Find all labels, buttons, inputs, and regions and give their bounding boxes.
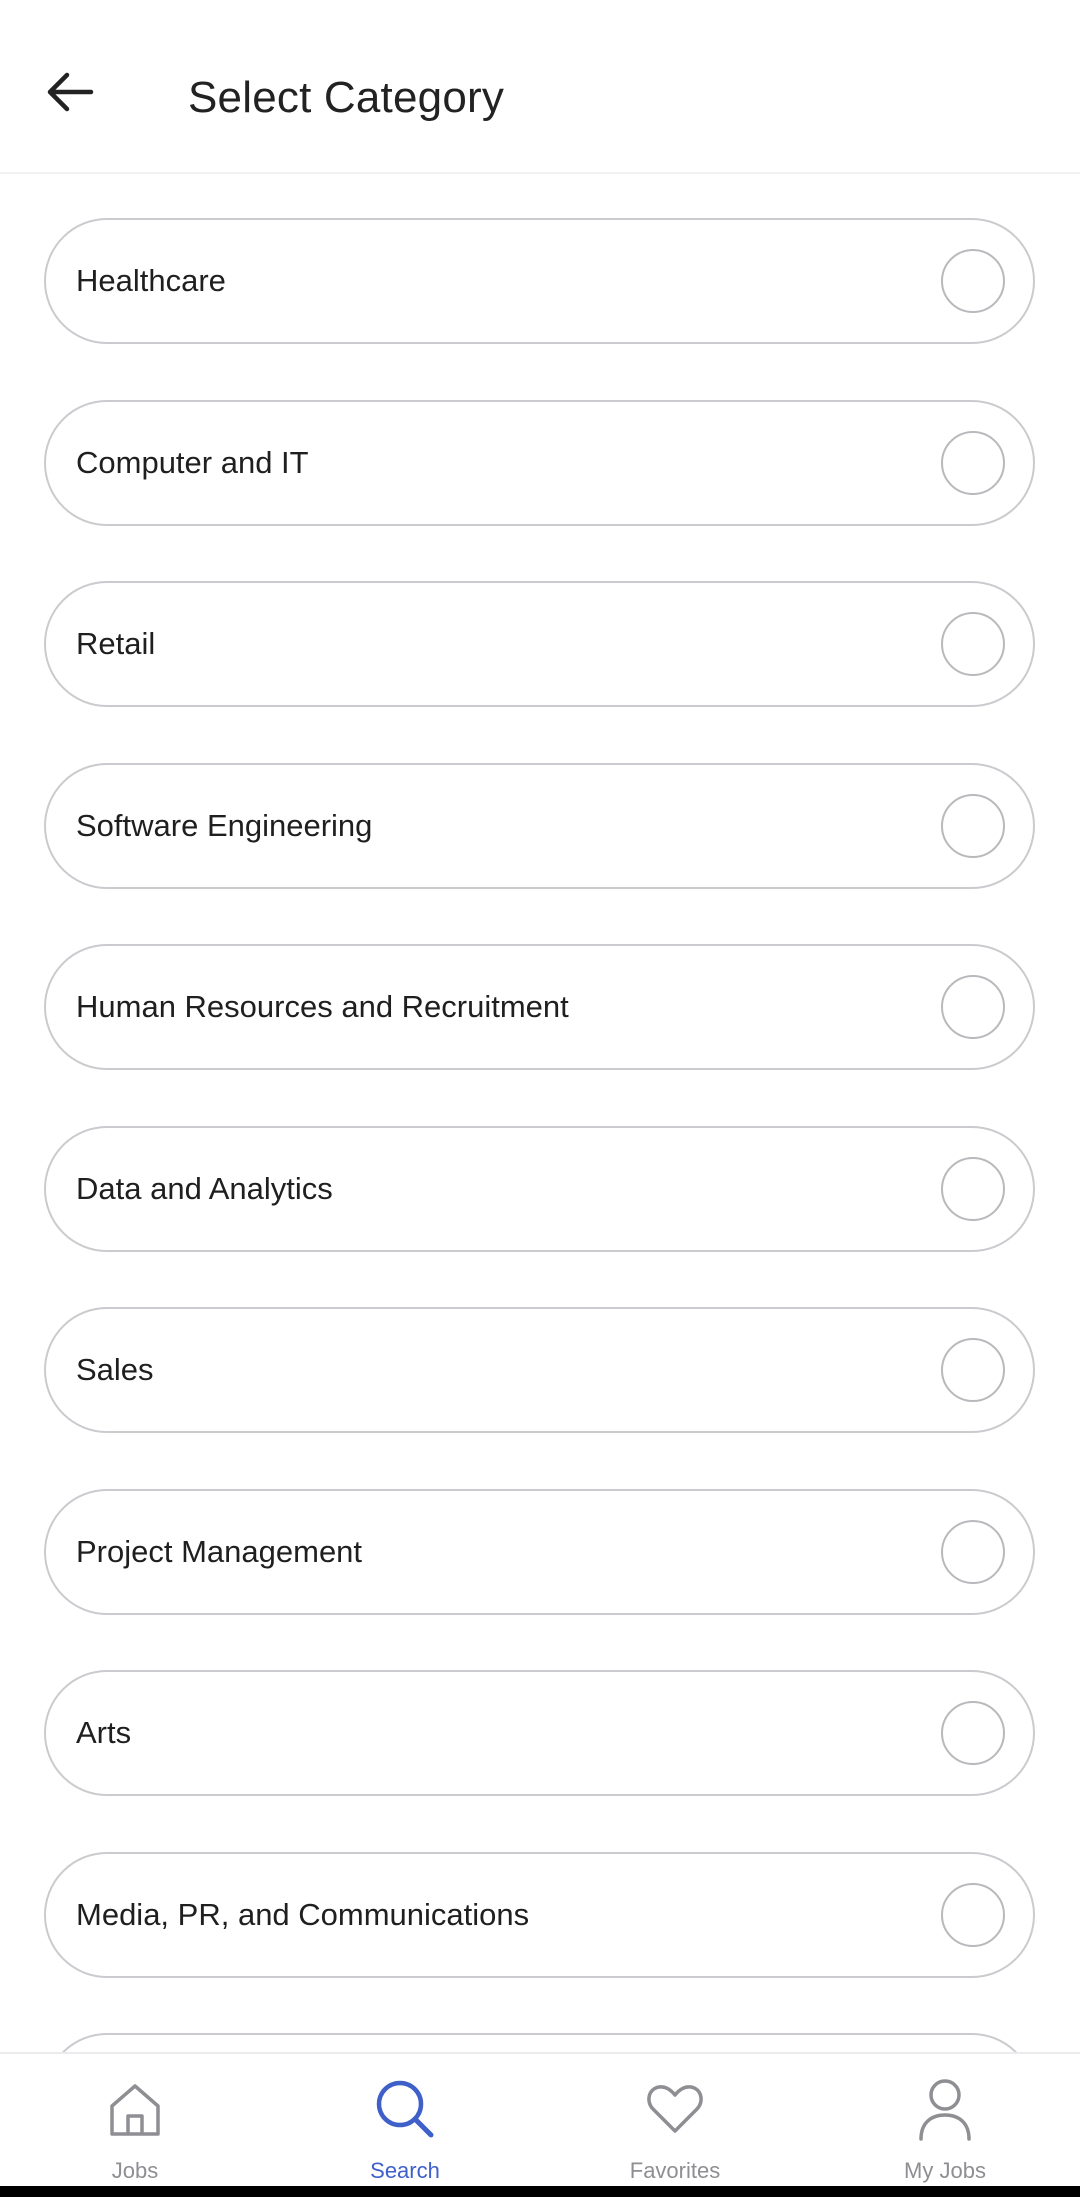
category-label: Computer and IT: [76, 445, 309, 480]
category-item-media-pr-communications[interactable]: Media, PR, and Communications: [44, 1852, 1035, 1978]
radio-button[interactable]: [941, 1520, 1005, 1584]
category-item-computer-and-it[interactable]: Computer and IT: [44, 400, 1035, 526]
nav-item-search[interactable]: Search: [270, 2054, 540, 2186]
category-item-healthcare[interactable]: Healthcare: [44, 218, 1035, 344]
radio-button[interactable]: [941, 1883, 1005, 1947]
person-icon: [910, 2074, 980, 2144]
nav-label-favorites: Favorites: [629, 2158, 721, 2183]
nav-label-search: Search: [370, 2158, 440, 2183]
nav-label-jobs: Jobs: [111, 2158, 159, 2183]
category-label: Data and Analytics: [76, 1171, 333, 1206]
app-header: Select Category: [0, 0, 1080, 174]
category-item-partial[interactable]: [44, 2033, 1035, 2052]
category-label: Healthcare: [76, 263, 226, 298]
radio-button[interactable]: [941, 431, 1005, 495]
category-item-retail[interactable]: Retail: [44, 581, 1035, 707]
category-label: Sales: [76, 1352, 154, 1387]
nav-item-jobs[interactable]: Jobs: [0, 2054, 270, 2186]
category-label: Software Engineering: [76, 808, 373, 843]
system-bottom-bar: [0, 2186, 1080, 2197]
radio-button[interactable]: [941, 1157, 1005, 1221]
category-item-project-management[interactable]: Project Management: [44, 1489, 1035, 1615]
page-title: Select Category: [188, 73, 505, 122]
radio-button[interactable]: [941, 975, 1005, 1039]
radio-button[interactable]: [941, 794, 1005, 858]
home-icon: [100, 2074, 170, 2144]
category-label: Arts: [76, 1715, 132, 1750]
radio-button[interactable]: [941, 249, 1005, 313]
arrow-left-icon: [47, 72, 94, 112]
category-item-arts[interactable]: Arts: [44, 1670, 1035, 1796]
nav-item-my-jobs[interactable]: My Jobs: [810, 2054, 1080, 2186]
category-item-data-and-analytics[interactable]: Data and Analytics: [44, 1126, 1035, 1252]
nav-item-favorites[interactable]: Favorites: [540, 2054, 810, 2186]
category-label: Human Resources and Recruitment: [76, 989, 569, 1024]
category-list[interactable]: Healthcare Computer and IT Retail Softwa…: [0, 174, 1080, 2052]
radio-button[interactable]: [941, 1701, 1005, 1765]
category-label: Media, PR, and Communications: [76, 1897, 530, 1932]
category-item-human-resources[interactable]: Human Resources and Recruitment: [44, 944, 1035, 1070]
category-item-software-engineering[interactable]: Software Engineering: [44, 763, 1035, 889]
category-label: Retail: [76, 626, 156, 661]
bottom-navigation: Jobs Search Favorites My Jobs: [0, 2052, 1080, 2186]
search-icon: [370, 2074, 440, 2144]
category-label: Project Management: [76, 1534, 363, 1569]
radio-button[interactable]: [941, 612, 1005, 676]
nav-label-my-jobs: My Jobs: [904, 2158, 986, 2183]
select-category-screen: Select Category Healthcare Computer and …: [0, 0, 1080, 2197]
back-button[interactable]: [30, 52, 110, 132]
radio-button[interactable]: [941, 1338, 1005, 1402]
heart-icon: [640, 2074, 710, 2144]
category-item-sales[interactable]: Sales: [44, 1307, 1035, 1433]
